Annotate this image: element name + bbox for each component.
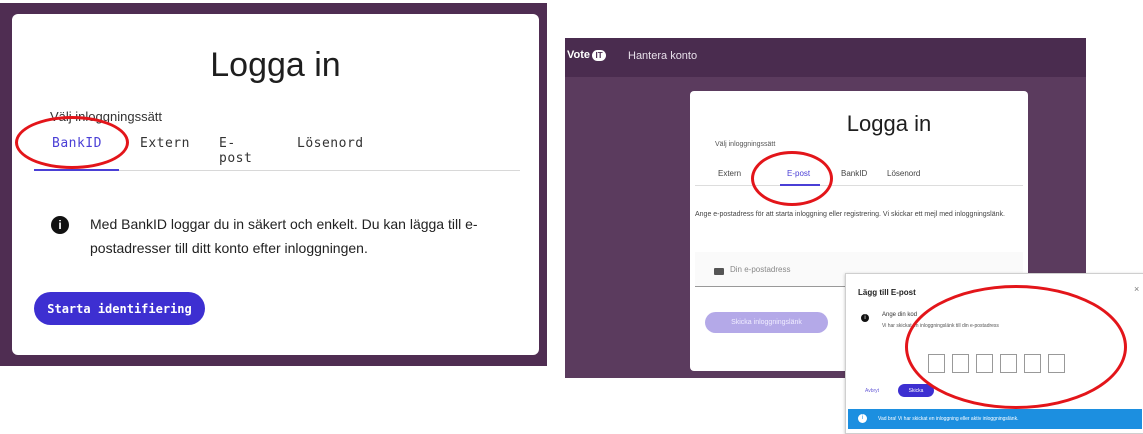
login-method-subtitle: Välj inloggningssätt — [715, 141, 776, 148]
page-title: Logga in — [210, 46, 341, 84]
cancel-button[interactable]: Avbryt — [856, 385, 888, 397]
tab-extern[interactable]: Extern — [718, 169, 741, 178]
voteit-logo[interactable]: Vote IT — [567, 49, 607, 61]
close-icon[interactable]: × — [1134, 284, 1139, 294]
email-placeholder: Din e-postadress — [730, 265, 791, 274]
info-icon: i — [51, 216, 69, 234]
tab-epost[interactable]: E-post — [219, 136, 252, 166]
login-card: Logga in Välj inloggningssätt BankID Ext… — [12, 14, 539, 355]
notification-toast: i Vad bra! Vi har skickat en inloggning … — [848, 409, 1142, 429]
toast-message: Vad bra! Vi har skickat en inloggning el… — [878, 416, 1019, 422]
confirm-button[interactable]: Skicka — [898, 384, 934, 397]
tab-bankid[interactable]: BankID — [841, 169, 867, 178]
info-icon: i — [861, 314, 869, 322]
left-screenshot-panel: Logga in Välj inloggningssätt BankID Ext… — [0, 3, 547, 366]
email-login-description: Ange e-postadress för att starta inloggn… — [695, 211, 1005, 218]
send-login-link-button[interactable]: Skicka inloggningslänk — [705, 312, 828, 333]
tab-losenord[interactable]: Lösenord — [297, 136, 364, 151]
code-prompt: Ange din kod — [882, 312, 918, 318]
logo-text: Vote — [567, 49, 591, 61]
logo-badge: IT — [592, 50, 607, 61]
top-navigation-bar: Vote IT Hantera konto — [565, 38, 1086, 77]
tab-losenord[interactable]: Lösenord — [887, 169, 920, 178]
manage-account-link[interactable]: Hantera konto — [628, 50, 697, 62]
bankid-info-text: Med BankID loggar du in säkert och enkel… — [90, 216, 478, 256]
annotation-circle-epost — [751, 151, 833, 206]
annotation-circle-code — [905, 285, 1127, 409]
mail-icon — [714, 268, 724, 275]
start-identification-button[interactable]: Starta identifiering — [34, 292, 205, 325]
active-tab-indicator — [34, 169, 119, 171]
info-icon: i — [858, 414, 867, 423]
annotation-circle-bankid — [15, 116, 129, 169]
page-title: Logga in — [846, 111, 932, 136]
tab-extern[interactable]: Extern — [140, 136, 190, 151]
tab-divider — [695, 185, 1023, 186]
dialog-title: Lägg till E-post — [858, 288, 916, 297]
